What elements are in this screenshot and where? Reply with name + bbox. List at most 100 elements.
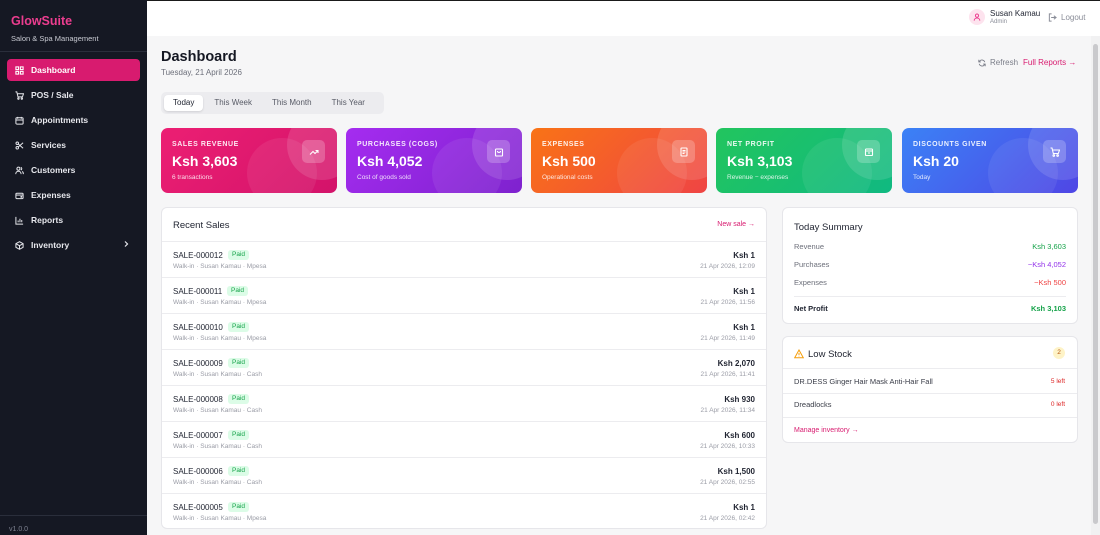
sidebar-item-services[interactable]: Services — [7, 134, 140, 156]
table-row[interactable]: SALE-000006 Paid Walk-in · Susan Kamau · C… — [162, 458, 766, 494]
cart-icon — [1043, 140, 1066, 163]
stat-card-expenses: EXPENSES Ksh 500 Operational costs — [531, 128, 707, 193]
sale-meta: Walk-in · Susan Kamau · Mpesa — [173, 515, 267, 522]
refresh-icon — [978, 59, 986, 66]
status-badge: Paid — [228, 250, 250, 260]
sidebar-item-inventory[interactable]: Inventory — [7, 234, 140, 256]
refresh-button[interactable]: Refresh — [978, 58, 1018, 67]
sidebar-item-appointments[interactable]: Appointments — [7, 109, 140, 131]
stat-label: SALES REVENUE — [172, 141, 239, 148]
summary-row-expenses: Expenses −Ksh 500 — [794, 278, 1066, 287]
status-badge: Paid — [228, 502, 250, 512]
brand: GlowSuite Salon & Spa Management — [0, 0, 147, 52]
summary-row-purchases: Purchases −Ksh 4,052 — [794, 260, 1066, 269]
today-summary-title: Today Summary — [794, 222, 863, 233]
stat-subtext: Today — [913, 174, 931, 181]
table-row[interactable]: SALE-000009 Paid Walk-in · Susan Kamau · C… — [162, 350, 766, 386]
sale-amount: Ksh 600 — [724, 431, 755, 440]
status-badge: Paid — [227, 286, 249, 296]
sidebar-item-customers[interactable]: Customers — [7, 159, 140, 181]
sale-id: SALE-000012 — [173, 251, 223, 260]
sidebar-footer: v1.0.0 — [0, 515, 147, 535]
low-stock-item-left: 0 left — [1050, 401, 1065, 408]
chevron-right-icon — [124, 241, 129, 247]
tab-this-year[interactable]: This Year — [323, 95, 374, 111]
stat-card-net-profit: NET PROFIT Ksh 3,103 Revenue − expenses — [716, 128, 892, 193]
tab-today[interactable]: Today — [164, 95, 204, 111]
table-row[interactable]: SALE-000008 Paid Walk-in · Susan Kamau · C… — [162, 386, 766, 422]
recent-sales-panel: Recent Sales New sale → SALE-000012 Paid W… — [161, 207, 767, 529]
sidebar-item-label: Dashboard — [31, 65, 76, 75]
table-row[interactable]: SALE-000012 Paid Walk-in · Susan Kamau · M… — [162, 242, 766, 278]
table-row[interactable]: SALE-000005 Paid Walk-in · Susan Kamau · M… — [162, 494, 766, 528]
stat-card-sales-revenue: SALES REVENUE Ksh 3,603 6 transactions — [161, 128, 337, 193]
status-badge: Paid — [228, 322, 250, 332]
avatar[interactable] — [969, 9, 985, 25]
page-scrollbar[interactable] — [1091, 36, 1100, 535]
sale-amount: Ksh 1 — [733, 251, 755, 260]
sale-id: SALE-000006 — [173, 467, 223, 476]
sale-amount: Ksh 1,500 — [717, 467, 755, 476]
sidebar-item-reports[interactable]: Reports — [7, 209, 140, 231]
sidebar-item-label: Reports — [31, 215, 64, 225]
sale-time: 21 Apr 2026, 12:09 — [700, 263, 755, 270]
brand-name: GlowSuite — [11, 14, 73, 28]
app-version: v1.0.0 — [9, 526, 29, 533]
sale-time: 21 Apr 2026, 11:41 — [700, 371, 755, 378]
status-badge: Paid — [228, 394, 250, 404]
stat-label: DISCOUNTS GIVEN — [913, 141, 987, 148]
low-stock-title: Low Stock — [808, 349, 852, 360]
user-role: Admin — [990, 19, 1008, 25]
sidebar-item-pos[interactable]: POS / Sale — [7, 84, 140, 106]
sidebar-item-label: Services — [31, 140, 66, 150]
sidebar-nav: Dashboard POS / Sale Appointments Servic… — [0, 52, 147, 256]
stat-value: Ksh 3,603 — [172, 153, 238, 169]
new-sale-link[interactable]: New sale → — [717, 221, 755, 228]
page-title: Dashboard — [161, 49, 237, 65]
low-stock-item-name: Dreadlocks — [794, 400, 832, 409]
tab-this-week[interactable]: This Week — [205, 95, 261, 111]
bar-chart-icon — [15, 216, 24, 225]
shopping-bag-icon — [487, 140, 510, 163]
table-row[interactable]: SALE-000011 Paid Walk-in · Susan Kamau · M… — [162, 278, 766, 314]
sale-amount: Ksh 2,070 — [717, 359, 755, 368]
sale-meta: Walk-in · Susan Kamau · Cash — [173, 371, 262, 378]
period-tabs: Today This Week This Month This Year — [161, 92, 384, 114]
sale-meta: Walk-in · Susan Kamau · Mpesa — [173, 335, 267, 342]
logout-button[interactable]: Logout — [1048, 13, 1085, 22]
stat-label: EXPENSES — [542, 141, 585, 148]
sale-time: 21 Apr 2026, 11:34 — [700, 407, 755, 414]
sidebar: GlowSuite Salon & Spa Management Dashboa… — [0, 0, 147, 535]
sale-meta: Walk-in · Susan Kamau · Cash — [173, 443, 262, 450]
topbar: Susan Kamau Admin Logout — [147, 0, 1100, 36]
sale-amount: Ksh 1 — [733, 287, 755, 296]
sale-time: 21 Apr 2026, 11:56 — [700, 299, 755, 306]
refresh-label: Refresh — [990, 58, 1019, 67]
box-icon — [15, 240, 24, 250]
manage-inventory-link[interactable]: Manage inventory → — [794, 427, 859, 434]
user-name: Susan Kamau — [990, 9, 1041, 18]
full-reports-link[interactable]: Full Reports → — [1023, 58, 1076, 67]
page-date: Tuesday, 21 April 2026 — [161, 68, 242, 77]
stat-subtext: 6 transactions — [172, 174, 213, 181]
summary-label: Expenses — [794, 278, 827, 287]
sidebar-item-dashboard[interactable]: Dashboard — [7, 59, 140, 81]
sale-time: 21 Apr 2026, 02:42 — [700, 515, 755, 522]
stat-value: Ksh 500 — [542, 153, 596, 169]
today-summary-panel: Today Summary Revenue Ksh 3,603 Purchase… — [782, 207, 1078, 324]
stat-value: Ksh 20 — [913, 153, 959, 169]
status-badge: Paid — [228, 430, 250, 440]
users-icon — [15, 166, 24, 175]
scrollbar-thumb[interactable] — [1093, 44, 1098, 524]
sale-amount: Ksh 1 — [733, 503, 755, 512]
sale-time: 21 Apr 2026, 11:49 — [700, 335, 755, 342]
table-row[interactable]: SALE-000007 Paid Walk-in · Susan Kamau · C… — [162, 422, 766, 458]
tab-this-month[interactable]: This Month — [263, 95, 321, 111]
stat-label: PURCHASES (COGS) — [357, 141, 438, 148]
trending-up-icon — [302, 140, 325, 163]
table-row[interactable]: SALE-000010 Paid Walk-in · Susan Kamau · M… — [162, 314, 766, 350]
sale-id: SALE-000011 — [173, 287, 223, 296]
sale-meta: Walk-in · Susan Kamau · Cash — [173, 479, 262, 486]
sidebar-item-expenses[interactable]: Expenses — [7, 184, 140, 206]
recent-sales-title: Recent Sales — [173, 220, 230, 231]
